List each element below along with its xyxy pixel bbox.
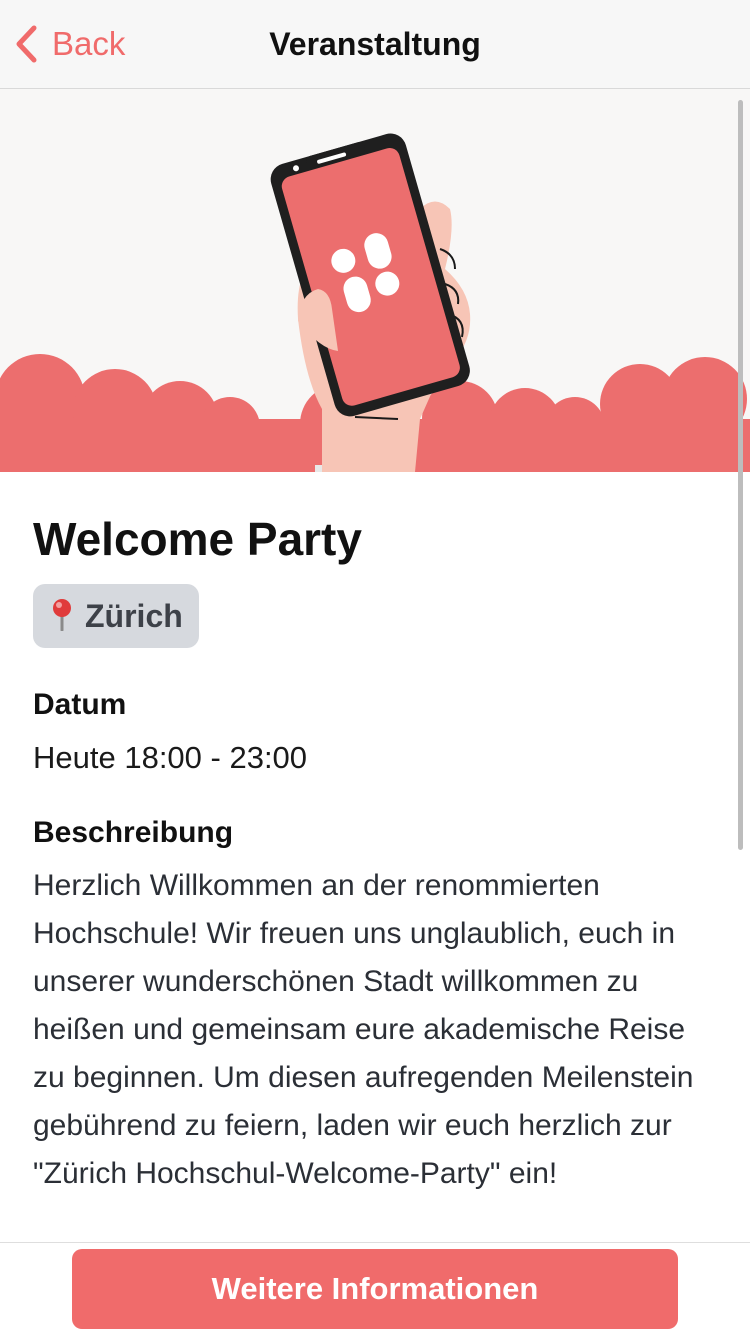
location-chip[interactable]: Zürich — [33, 584, 199, 648]
bottom-action-bar: Weitere Informationen — [0, 1242, 750, 1335]
description-text: Herzlich Willkommen an der renommierten … — [33, 869, 694, 1190]
location-label: Zürich — [85, 597, 183, 634]
phone-shape — [270, 133, 470, 417]
date-heading: Datum — [33, 688, 127, 721]
event-title: Welcome Party — [33, 513, 362, 565]
event-details: Welcome Party Zürich Datum Heute 18:00 -… — [33, 510, 713, 1222]
page-title: Veranstaltung — [269, 26, 481, 62]
pin-icon — [49, 597, 75, 636]
hero-illustration — [0, 89, 750, 472]
description-heading: Beschreibung — [33, 816, 234, 849]
navigation-bar: Back Veranstaltung — [0, 0, 750, 89]
date-value: Heute 18:00 - 23:00 — [33, 740, 308, 775]
more-info-button[interactable]: Weitere Informationen — [72, 1249, 678, 1329]
scrollbar[interactable] — [738, 100, 743, 850]
